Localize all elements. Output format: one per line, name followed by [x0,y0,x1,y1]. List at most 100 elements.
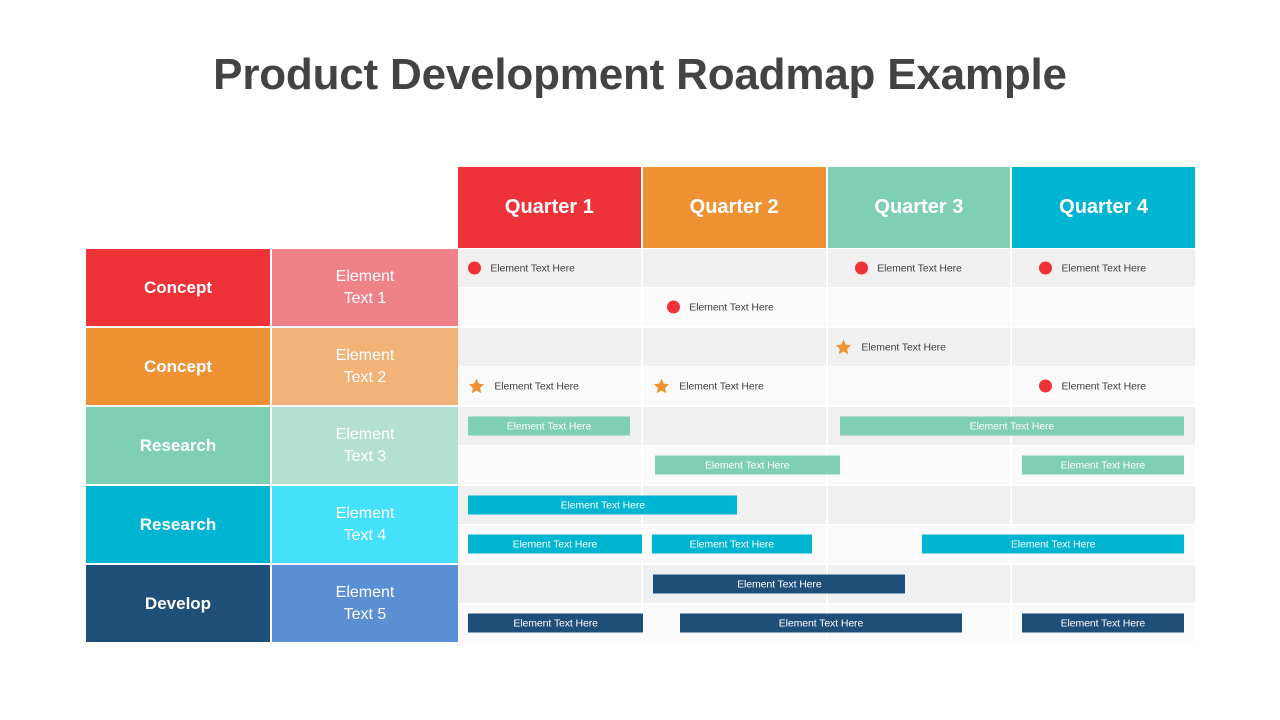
stage-row-5: Develop Element Text 5 [86,565,458,642]
milestone-label: Element Text Here [689,301,774,313]
timeline-bar-label: Element Text Here [560,499,646,511]
timeline-bar-label: Element Text Here [513,617,598,629]
grid-cell-q4[interactable] [1012,288,1195,326]
milestone-marker[interactable]: Element Text Here [1039,379,1146,393]
element-text-label: Element Text 4 [335,504,395,544]
stage-row-1: Concept Element Text 1 [86,249,458,326]
grid-cell-q1[interactable] [458,565,641,603]
timeline-bar-label: Element Text Here [1010,538,1096,550]
milestone-marker[interactable]: Element Text Here [1039,261,1146,275]
grid-cell-q2[interactable] [642,249,826,287]
element-text-label: Element Text 5 [335,583,395,623]
timeline-row-3: Element Text Here Element Text Here Elemen… [458,407,1195,484]
milestone-label: Element Text Here [679,380,764,392]
timeline-bar[interactable]: Element Text Here [654,455,840,475]
grid-cell-q4[interactable] [1012,565,1195,603]
milestone-marker[interactable]: Element Text Here [468,261,575,275]
grid-cell-q4[interactable] [1012,486,1195,524]
stage-name-cell[interactable]: Concept [86,249,270,326]
grid-cell-q3[interactable] [827,288,1011,326]
timeline-bar[interactable]: Element Text Here [922,534,1184,554]
element-text-cell[interactable]: Element Text 4 [272,486,458,563]
timeline-bar-label: Element Text Here [737,578,822,590]
grid-cell-q4[interactable] [1012,328,1195,366]
stage-name-label: Concept [144,277,212,297]
element-text-cell[interactable]: Element Text 2 [272,328,458,405]
quarter-header-2[interactable]: Quarter 2 [642,167,826,248]
roadmap-slide: Product Development Roadmap Example Quar… [0,0,1280,720]
stage-name-cell[interactable]: Develop [86,565,270,642]
timeline-bar-label: Element Text Here [705,459,790,471]
timeline-bar-label: Element Text Here [689,538,775,550]
grid-cell-q2[interactable] [642,407,826,445]
timeline-bar-label: Element Text Here [512,538,598,550]
timeline-bar[interactable]: Element Text Here [651,534,812,554]
milestone-label: Element Text Here [877,262,962,274]
timeline-bar[interactable]: Element Text Here [468,534,642,554]
milestone-marker[interactable]: Element Text Here [835,339,946,356]
stage-name-label: Concept [144,356,212,376]
milestone-marker[interactable]: Element Text Here [468,378,579,395]
page-title: Product Development Roadmap Example [213,50,1067,99]
stage-row-4: Research Element Text 4 [86,486,458,563]
stage-name-label: Research [139,514,217,534]
cell-background-track [458,328,1195,366]
stage-row-2: Concept Element Text 2 [86,328,458,405]
timeline-bar-label: Element Text Here [506,420,592,432]
quarter-header-1[interactable]: Quarter 1 [458,167,641,248]
star-marker-icon [653,378,670,395]
stage-label-column: Concept Element Text 1 Concept Element Text 2… [86,249,458,642]
grid-cell-q3[interactable] [827,367,1011,405]
circle-marker-icon [667,300,681,314]
timeline-row-1: Element Text Here Element Text Here Elemen… [458,249,1195,326]
element-text-cell[interactable]: Element Text 5 [272,565,458,642]
stage-name-cell[interactable]: Research [86,407,270,484]
timeline-bar[interactable]: Element Text Here [839,416,1184,436]
stage-name-cell[interactable]: Research [86,486,270,563]
circle-marker-icon [855,261,869,275]
quarter-header-label: Quarter 2 [689,196,779,218]
timeline-subrow: Element Text Here [458,328,1195,366]
grid-cell-q3[interactable] [827,486,1011,524]
element-text-cell[interactable]: Element Text 1 [272,249,458,326]
timeline-subrow: Element Text Here Element Text Here [458,446,1195,484]
quarter-header-label: Quarter 3 [874,196,964,218]
timeline-row-5: Element Text Here Element Text Here Elemen… [458,565,1195,642]
quarter-header-4[interactable]: Quarter 4 [1012,167,1195,248]
timeline-subrow: Element Text Here Element Text Here [458,407,1195,445]
timeline-bar[interactable]: Element Text Here [653,574,906,594]
roadmap-grid: Element Text Here Element Text Here Elemen… [458,249,1195,642]
stage-name-cell[interactable]: Concept [86,328,270,405]
quarter-header-label: Quarter 1 [504,196,594,218]
grid-cell-q3[interactable] [827,446,1011,484]
circle-marker-icon [468,261,482,275]
element-text-label: Element Text 1 [335,267,395,307]
timeline-row-2: Element Text Here Element Text Here Elemen… [458,328,1195,405]
timeline-bar[interactable]: Element Text Here [679,613,963,633]
grid-cell-q1[interactable] [458,328,641,366]
grid-cell-q2[interactable] [642,328,826,366]
quarter-header-row: Quarter 1 Quarter 2 Quarter 3 Quarter 4 [458,167,1195,248]
timeline-subrow: Element Text Here Element Text Here Elemen… [458,525,1195,563]
element-text-cell[interactable]: Element Text 3 [272,407,458,484]
milestone-marker[interactable]: Element Text Here [855,261,962,275]
quarter-header-3[interactable]: Quarter 3 [827,167,1011,248]
timeline-bar[interactable]: Element Text Here [468,495,738,515]
milestone-marker[interactable]: Element Text Here [667,300,774,314]
timeline-subrow: Element Text Here Element Text Here Elemen… [458,367,1195,405]
grid-cell-q1[interactable] [458,288,641,326]
timeline-bar-label: Element Text Here [1060,459,1146,471]
timeline-bar[interactable]: Element Text Here [1021,455,1184,475]
timeline-subrow: Element Text Here [458,288,1195,326]
milestone-label: Element Text Here [490,262,575,274]
stage-name-label: Develop [144,593,212,613]
timeline-bar-label: Element Text Here [969,420,1055,432]
timeline-bar-label: Element Text Here [778,617,864,629]
timeline-bar[interactable]: Element Text Here [1021,613,1184,633]
grid-cell-q1[interactable] [458,446,641,484]
timeline-bar[interactable]: Element Text Here [468,613,643,633]
timeline-bar[interactable]: Element Text Here [468,416,630,436]
milestone-marker[interactable]: Element Text Here [653,378,764,395]
element-text-label: Element Text 2 [335,346,395,386]
timeline-subrow: Element Text Here Element Text Here Elemen… [458,604,1195,642]
